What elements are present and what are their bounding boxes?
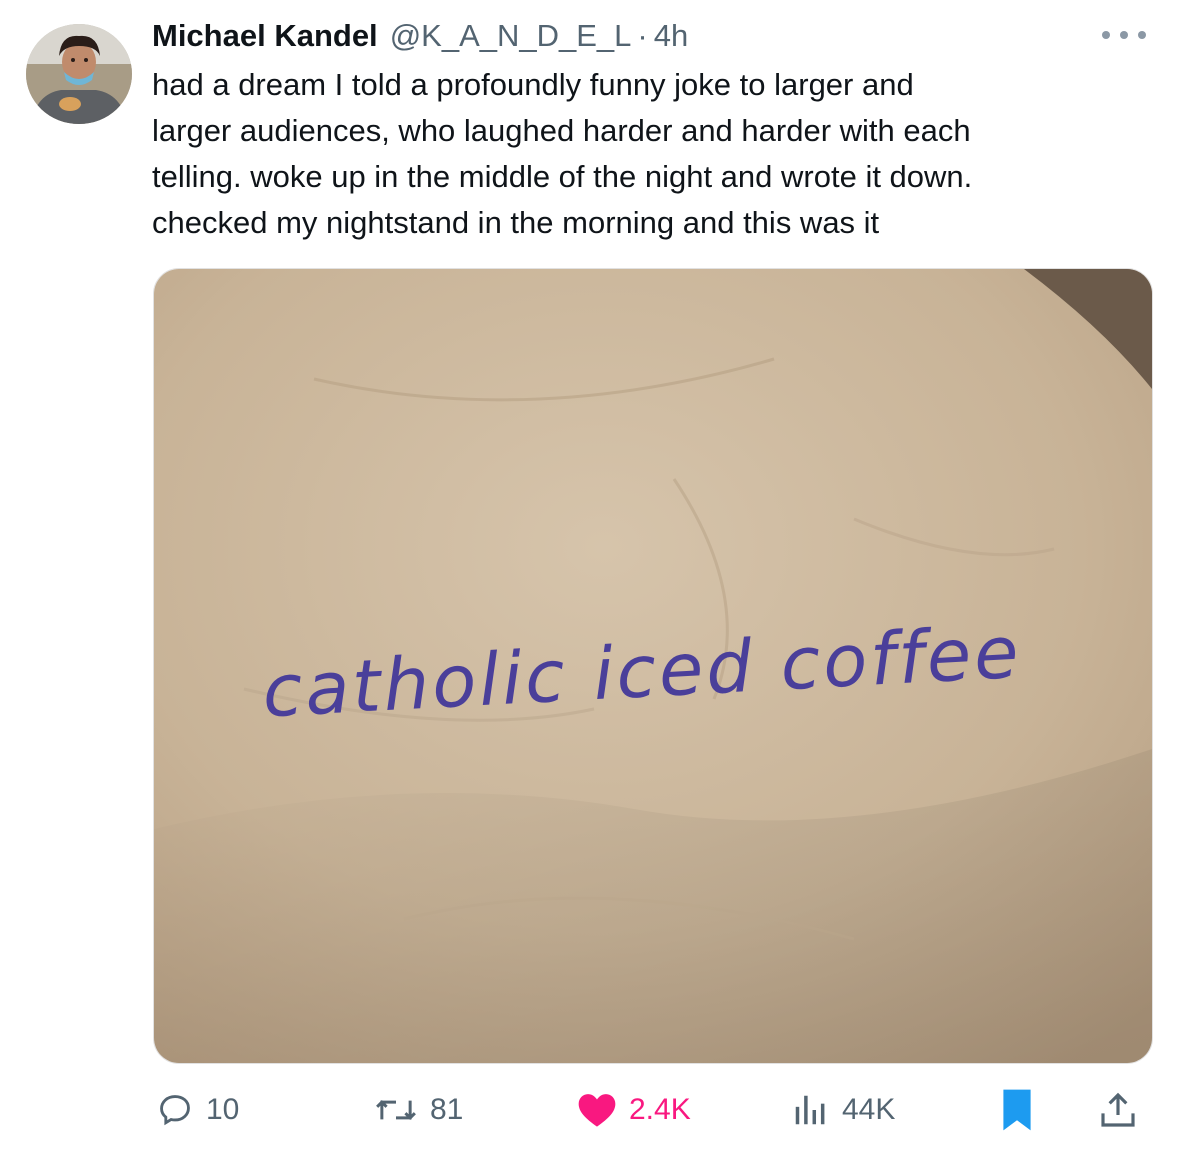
tweet-text-line: checked my nightstand in the morning and… <box>152 205 880 240</box>
avatar-photo <box>26 24 132 124</box>
views-button[interactable]: 44K <box>790 1080 895 1140</box>
heart-icon <box>578 1094 616 1127</box>
avatar[interactable] <box>26 24 132 124</box>
like-button[interactable]: 2.4K <box>577 1080 691 1140</box>
bookmark-button[interactable] <box>1000 1080 1034 1140</box>
tweet-header: Michael Kandel @K_A_N_D_E_L · 4h <box>152 14 1102 58</box>
share-button[interactable] <box>1098 1080 1138 1140</box>
tweet-text-line: larger audiences, who laughed harder and… <box>152 113 971 148</box>
reply-icon <box>160 1095 190 1126</box>
retweet-icon <box>376 1100 416 1120</box>
reply-button[interactable]: 10 <box>156 1080 239 1140</box>
share-icon <box>1101 1092 1135 1127</box>
author-name[interactable]: Michael Kandel <box>152 18 378 54</box>
tweet-text: had a dream I told a profoundly funny jo… <box>152 62 1162 246</box>
tweet-actions: 10 81 2.4K 44K <box>0 1080 1179 1140</box>
like-count: 2.4K <box>629 1093 691 1126</box>
timestamp[interactable]: 4h <box>654 18 688 54</box>
separator-dot: · <box>637 18 648 53</box>
retweet-button[interactable]: 81 <box>374 1080 463 1140</box>
tweet-text-line: telling. woke up in the middle of the ni… <box>152 159 973 194</box>
paper-image: catholic iced coffee <box>154 269 1152 1063</box>
more-icon[interactable] <box>1102 24 1146 46</box>
retweet-count: 81 <box>430 1093 464 1126</box>
author-handle[interactable]: @K_A_N_D_E_L <box>390 18 632 54</box>
reply-count: 10 <box>206 1093 240 1126</box>
bookmark-icon <box>1003 1089 1031 1131</box>
tweet-text-line: had a dream I told a profoundly funny jo… <box>152 67 914 102</box>
views-count: 44K <box>842 1093 896 1126</box>
views-icon <box>795 1095 825 1125</box>
tweet-photo[interactable]: catholic iced coffee <box>153 268 1153 1064</box>
